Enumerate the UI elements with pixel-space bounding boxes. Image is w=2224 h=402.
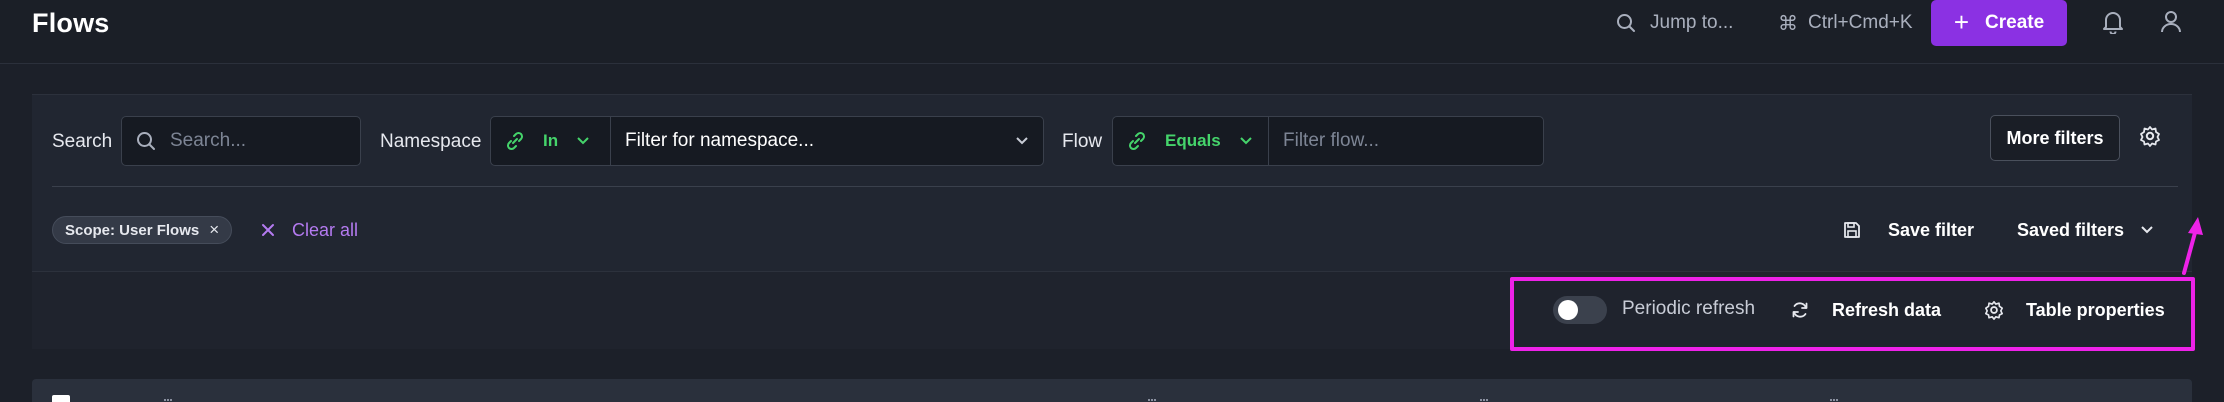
namespace-placeholder: Filter for namespace... [625,130,815,151]
bell-icon[interactable] [2102,10,2124,34]
link-icon [1128,131,1146,151]
top-bar: Flows Jump to... ⌘ Ctrl+Cmd+K + Create [0,0,2224,64]
page-title: Flows [32,8,110,38]
save-filter-label: Save filter [1888,219,1975,240]
search-icon [1617,14,1635,32]
namespace-label: Namespace [380,131,482,152]
command-icon: ⌘ [1778,12,1798,35]
filter-row: Search Search... Namespace In Filter for… [32,95,2192,185]
jump-to-label: Jump to... [1650,12,1734,33]
chevron-down-icon [1016,137,1028,145]
annotation-arrow-icon [2170,215,2210,275]
saved-filters-label: Saved filters [2017,219,2125,240]
user-icon[interactable] [2160,10,2182,34]
flows-table-header [32,379,2192,402]
namespace-filter: In Filter for namespace... [490,116,1044,166]
clear-all-button[interactable]: Clear all [260,216,358,244]
create-label: Create [1985,12,2045,33]
more-filters-button[interactable]: More filters [1990,115,2120,161]
flow-operator-select[interactable]: Equals [1113,117,1269,165]
gear-icon[interactable] [2139,125,2161,147]
jump-to-button[interactable]: Jump to... [1616,8,1733,38]
plus-icon: + [1953,7,1970,37]
saved-filters-dropdown[interactable]: Saved filters [2017,214,2154,246]
save-filter-button[interactable]: Save filter [1842,214,1974,246]
search-icon [137,132,155,150]
namespace-operator-select[interactable]: In [491,117,611,165]
select-all-checkbox[interactable] [52,395,70,402]
save-icon [1844,222,1860,238]
namespace-operator-label: In [543,131,559,150]
scope-chip-label: Scope: User Flows [65,221,200,239]
close-icon [262,224,274,236]
search-label: Search [52,131,113,152]
chevron-down-icon [2141,226,2153,234]
scope-filter-chip[interactable]: Scope: User Flows × [52,216,233,244]
create-button[interactable]: + Create [1931,0,2067,46]
chevron-down-icon [1240,137,1252,145]
close-icon[interactable]: × [209,220,219,240]
shortcut-label: Ctrl+Cmd+K [1808,12,1913,33]
flow-placeholder: Filter flow... [1283,130,1380,151]
flow-operator-label: Equals [1165,131,1221,150]
search-placeholder: Search... [170,130,247,151]
namespace-select[interactable]: Filter for namespace... [611,130,1043,152]
link-icon [506,131,524,151]
search-input[interactable]: Search... [121,116,361,166]
flow-label: Flow [1062,131,1103,152]
chevron-down-icon [577,137,589,145]
flow-filter: Equals Filter flow... [1112,116,1544,166]
keyboard-shortcut-hint: ⌘ Ctrl+Cmd+K [1778,8,1913,38]
clear-all-label: Clear all [292,219,359,240]
annotation-highlight-box [1510,277,2195,351]
flow-input[interactable]: Filter flow... [1269,130,1543,152]
